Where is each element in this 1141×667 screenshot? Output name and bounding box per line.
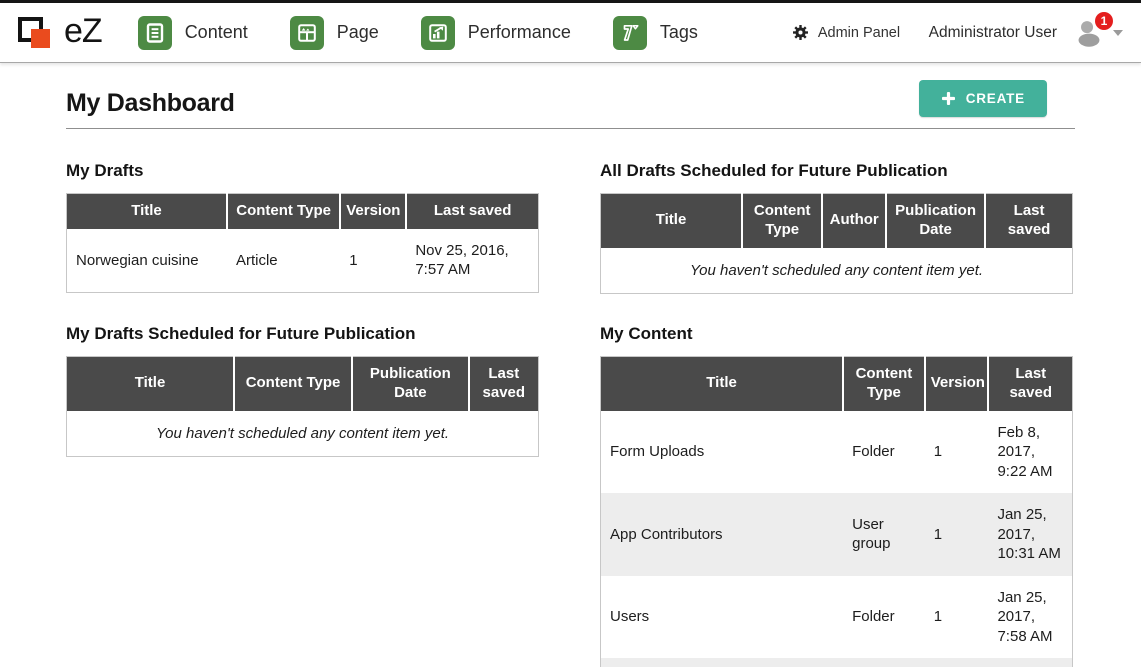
empty-row: You haven't scheduled any content item y…	[601, 248, 1073, 294]
top-navigation-bar: eZ Content	[0, 3, 1141, 63]
table-row: App ContributorsUser group1Jan 25, 2017,…	[601, 493, 1073, 576]
content-icon	[138, 16, 172, 50]
table-cell: Folder	[843, 411, 925, 494]
column-header: Title	[601, 357, 844, 411]
nav-item-page[interactable]: Page	[290, 16, 379, 50]
nav-label-page: Page	[337, 22, 379, 43]
dashboard-grid: My Drafts TitleContent TypeVersionLast s…	[66, 161, 1075, 667]
nav-item-tags[interactable]: Tags	[613, 16, 698, 50]
page-icon	[290, 16, 324, 50]
table-cell: 1	[925, 411, 989, 494]
table-cell: Users	[601, 576, 844, 659]
table-cell: Folder	[843, 576, 925, 659]
section-title-all-drafts-scheduled: All Drafts Scheduled for Future Publicat…	[600, 161, 1073, 181]
table-row: Norwegian cuisineArticle1Nov 25, 2016, 7…	[67, 229, 539, 293]
table-cell: App	[601, 658, 844, 667]
table-cell: 1	[925, 576, 989, 659]
avatar: 1	[1073, 18, 1105, 48]
chevron-down-icon	[1113, 30, 1123, 36]
column-header: Last saved	[985, 194, 1072, 248]
my-drafts-table: TitleContent TypeVersionLast savedNorweg…	[66, 193, 539, 293]
section-all-drafts-scheduled: All Drafts Scheduled for Future Publicat…	[600, 161, 1073, 294]
table-header-row: TitleContent TypePublication DateLast sa…	[67, 357, 539, 411]
table-cell: Feb 8, 2017, 9:22 AM	[988, 411, 1072, 494]
column-header: Content Type	[742, 194, 822, 248]
main-nav: Content Page	[138, 16, 740, 50]
create-button[interactable]: CREATE	[919, 80, 1047, 117]
table-cell: 1	[925, 658, 989, 667]
table-cell: App Contributors	[601, 493, 844, 576]
section-title-my-content: My Content	[600, 324, 1073, 344]
page-title-row: My Dashboard CREATE	[66, 63, 1075, 129]
gear-icon	[792, 24, 809, 41]
user-menu[interactable]: Administrator User 1	[929, 18, 1123, 48]
empty-row: You haven't scheduled any content item y…	[67, 411, 539, 457]
table-cell: 1	[340, 229, 406, 293]
table-cell: Jan 25, 2017, 10:31 AM	[988, 493, 1072, 576]
column-header: Content Type	[843, 357, 925, 411]
column-header: Last saved	[988, 357, 1072, 411]
table-row: UsersFolder1Jan 25, 2017, 7:58 AM	[601, 576, 1073, 659]
ez-logo-text: eZ	[64, 14, 102, 52]
section-title-my-drafts: My Drafts	[66, 161, 539, 181]
dashboard-content: My Dashboard CREATE My Drafts TitleConte…	[0, 63, 1141, 667]
table-cell: 1	[925, 493, 989, 576]
table-cell: Form Uploads	[601, 411, 844, 494]
table-cell: Norwegian cuisine	[67, 229, 227, 293]
table-cell: Nov 25, 2016, 7:57 AM	[406, 229, 538, 293]
table-header-row: TitleContent TypeVersionLast saved	[601, 357, 1073, 411]
column-header: Content Type	[227, 194, 340, 229]
column-header: Title	[67, 194, 227, 229]
empty-message: You haven't scheduled any content item y…	[601, 248, 1073, 294]
ez-logo-mark	[16, 13, 58, 53]
table-header-row: TitleContent TypeVersionLast saved	[67, 194, 539, 229]
nav-label-performance: Performance	[468, 22, 571, 43]
my-drafts-scheduled-table: TitleContent TypePublication DateLast sa…	[66, 356, 539, 457]
table-cell: Article	[227, 229, 340, 293]
column-header: Title	[67, 357, 235, 411]
table-cell: User group	[843, 493, 925, 576]
table-cell: Jan 25, 2017, 7:58 AM	[988, 576, 1072, 659]
empty-message: You haven't scheduled any content item y…	[67, 411, 539, 457]
performance-icon	[421, 16, 455, 50]
column-header: Title	[601, 194, 743, 248]
column-header: Last saved	[406, 194, 538, 229]
column-header: Content Type	[234, 357, 352, 411]
section-title-my-drafts-scheduled: My Drafts Scheduled for Future Publicati…	[66, 324, 539, 344]
column-header: Publication Date	[886, 194, 985, 248]
ez-logo[interactable]: eZ	[16, 13, 102, 53]
nav-label-content: Content	[185, 22, 248, 43]
table-row: AppFolder1Jan 25, 2017, 7:55 AM	[601, 658, 1073, 667]
column-header: Version	[925, 357, 989, 411]
column-header: Version	[340, 194, 406, 229]
section-my-drafts-scheduled: My Drafts Scheduled for Future Publicati…	[66, 324, 539, 667]
user-name: Administrator User	[929, 24, 1057, 42]
admin-panel-button[interactable]: Admin Panel	[792, 24, 900, 41]
column-header: Publication Date	[352, 357, 469, 411]
section-my-content: My Content TitleContent TypeVersionLast …	[600, 324, 1073, 667]
create-button-label: CREATE	[966, 91, 1025, 106]
column-header: Last saved	[469, 357, 539, 411]
tags-icon	[613, 16, 647, 50]
nav-item-content[interactable]: Content	[138, 16, 248, 50]
nav-item-performance[interactable]: Performance	[421, 16, 571, 50]
table-header-row: TitleContent TypeAuthorPublication DateL…	[601, 194, 1073, 248]
my-content-table: TitleContent TypeVersionLast savedForm U…	[600, 356, 1073, 667]
section-my-drafts: My Drafts TitleContent TypeVersionLast s…	[66, 161, 539, 294]
table-row: Form UploadsFolder1Feb 8, 2017, 9:22 AM	[601, 411, 1073, 494]
plus-icon	[941, 91, 956, 106]
all-drafts-scheduled-table: TitleContent TypeAuthorPublication DateL…	[600, 193, 1073, 294]
notification-badge[interactable]: 1	[1095, 12, 1113, 30]
column-header: Author	[822, 194, 886, 248]
nav-label-tags: Tags	[660, 22, 698, 43]
table-cell: Folder	[843, 658, 925, 667]
admin-panel-label: Admin Panel	[818, 25, 900, 41]
ez-logo-orange-square	[31, 29, 50, 48]
table-cell: Jan 25, 2017, 7:55 AM	[988, 658, 1072, 667]
